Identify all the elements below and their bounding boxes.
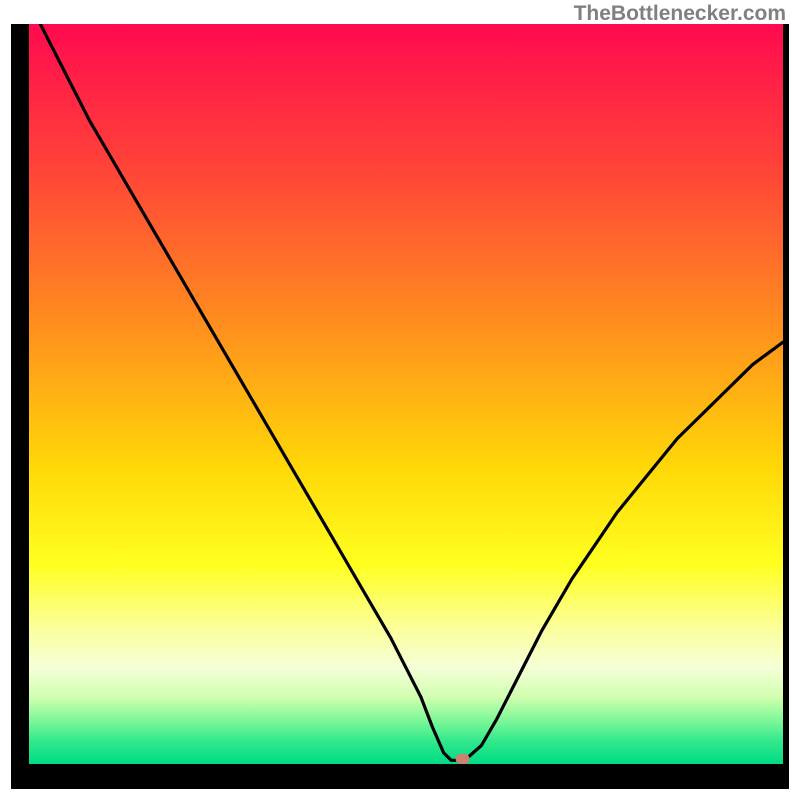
optimal-point-marker (456, 754, 470, 764)
chart-plot-area (29, 24, 783, 764)
watermark-text: TheBottlenecker.com (574, 2, 786, 26)
chart-svg (29, 24, 783, 764)
gradient-background (29, 24, 783, 764)
